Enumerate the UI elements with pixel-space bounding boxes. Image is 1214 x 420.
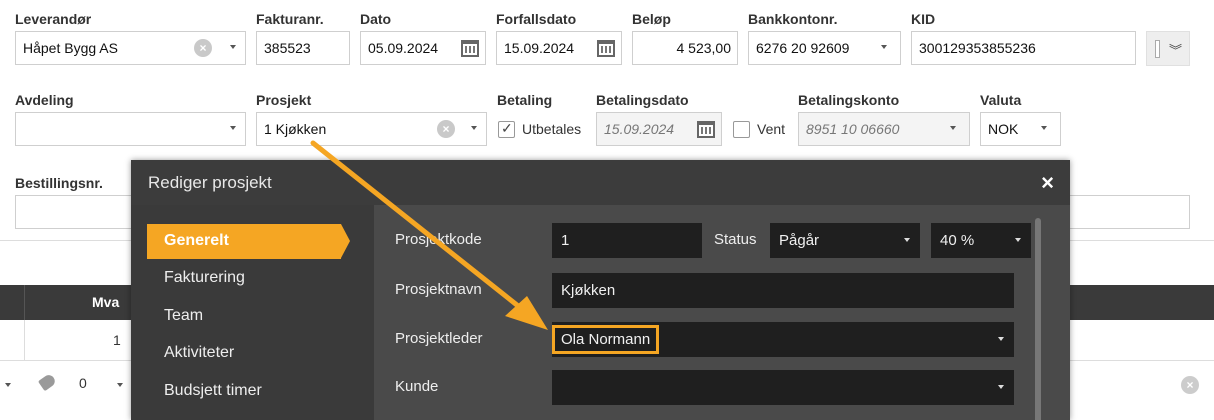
supplier-select[interactable]: Håpet Bygg AS ×	[15, 31, 246, 65]
progress-select[interactable]: 40 %	[931, 223, 1031, 258]
chevron-down-icon[interactable]	[5, 383, 11, 387]
status-select[interactable]: Pågår	[770, 223, 920, 258]
nav-item-budsjett-timer[interactable]: Budsjett timer	[164, 382, 262, 400]
payment-date-value: 15.09.2024	[604, 121, 675, 137]
date-label: Dato	[360, 11, 392, 27]
chevron-down-icon[interactable]	[1041, 126, 1047, 130]
scrollbar[interactable]	[1035, 218, 1041, 420]
date-input[interactable]: 05.09.2024	[360, 31, 486, 65]
project-value: 1 Kjøkken	[264, 121, 327, 137]
project-name-label: Prosjektnavn	[395, 281, 482, 298]
invoice-no-input[interactable]: 385523	[256, 31, 350, 65]
calendar-icon[interactable]	[697, 121, 715, 138]
column-divider	[24, 320, 25, 361]
chevron-down-icon[interactable]	[998, 337, 1004, 341]
progress-value: 40 %	[940, 232, 975, 249]
nav-item-label: Generelt	[164, 232, 229, 249]
wait-checkbox[interactable]	[733, 121, 750, 138]
chevron-down-icon[interactable]	[117, 383, 123, 387]
project-lead-value: Ola Normann	[551, 325, 660, 354]
nav-item-fakturering[interactable]: Fakturering	[164, 269, 245, 287]
column-divider	[24, 285, 25, 320]
calendar-icon[interactable]	[461, 40, 479, 57]
payment-date-input[interactable]: 15.09.2024	[596, 112, 722, 146]
chevron-down-icon[interactable]	[471, 126, 477, 130]
supplier-label: Leverandør	[15, 11, 92, 27]
payment-account-value: 8951 10 06660	[806, 121, 900, 137]
payout-checkbox[interactable]	[498, 120, 515, 138]
project-code-label: Prosjektkode	[395, 231, 482, 248]
currency-select[interactable]: NOK	[980, 112, 1061, 146]
due-date-value: 15.09.2024	[504, 40, 575, 56]
department-label: Avdeling	[15, 92, 74, 108]
bank-account-value: 6276 20 92609	[756, 40, 850, 56]
modal-title: Rediger prosjekt	[148, 173, 272, 192]
expand-button[interactable]: ︾	[1146, 31, 1190, 66]
clear-icon[interactable]: ×	[1181, 376, 1199, 394]
chevron-down-icon[interactable]	[998, 385, 1004, 389]
invoice-form-screen: Leverandør Håpet Bygg AS × Fakturanr. 38…	[0, 0, 1214, 420]
wait-label: Vent	[757, 121, 786, 137]
clear-icon[interactable]: ×	[194, 39, 212, 57]
kid-input[interactable]: 300129353855236	[911, 31, 1136, 65]
chevron-down-icon[interactable]	[904, 238, 910, 242]
amount-label: Beløp	[632, 11, 671, 27]
kid-label: KID	[911, 11, 936, 27]
project-lead-select[interactable]: Ola Normann	[551, 322, 1014, 357]
due-date-input[interactable]: 15.09.2024	[496, 31, 622, 65]
order-no-label: Bestillingsnr.	[15, 175, 103, 191]
chevron-down-icon[interactable]	[230, 45, 236, 49]
payment-account-label: Betalingskonto	[798, 92, 900, 108]
payment-label: Betaling	[497, 92, 553, 108]
status-label: Status	[714, 231, 757, 248]
invoice-no-label: Fakturanr.	[256, 11, 324, 27]
project-label: Prosjekt	[256, 92, 312, 108]
bank-account-label: Bankkontonr.	[748, 11, 838, 27]
currency-value: NOK	[988, 121, 1019, 137]
modal-sidebar: Generelt Fakturering Team Aktiviteter Bu…	[131, 205, 374, 420]
project-select[interactable]: 1 Kjøkken ×	[256, 112, 487, 146]
modal-content: Prosjektkode 1 Status Pågår 40 % Prosjek…	[374, 205, 1070, 420]
edit-project-modal: Rediger prosjekt × Generelt Fakturering …	[131, 160, 1070, 420]
panel-icon	[1155, 40, 1160, 58]
tag-icon[interactable]	[37, 372, 58, 392]
date-value: 05.09.2024	[368, 40, 439, 56]
department-select[interactable]	[15, 112, 246, 146]
amount-input[interactable]: 4 523,00	[632, 31, 738, 65]
close-icon[interactable]: ×	[1041, 170, 1054, 196]
chevron-down-icon[interactable]	[230, 126, 236, 130]
nav-item-generelt[interactable]: Generelt	[147, 224, 350, 259]
double-chevron-down-icon: ︾	[1169, 43, 1183, 58]
payment-date-label: Betalingsdato	[596, 92, 689, 108]
nav-item-team[interactable]: Team	[164, 307, 203, 325]
project-lead-label: Prosjektleder	[395, 330, 483, 347]
chevron-down-icon[interactable]	[1015, 238, 1021, 242]
bank-account-select[interactable]: 6276 20 92609	[748, 31, 901, 65]
chevron-down-icon[interactable]	[950, 126, 956, 130]
currency-label: Valuta	[980, 92, 1022, 108]
calendar-icon[interactable]	[597, 40, 615, 57]
column-header-mva: Mva	[92, 294, 120, 310]
project-code-input[interactable]: 1	[552, 223, 702, 258]
project-name-input[interactable]: Kjøkken	[552, 273, 1014, 308]
nav-item-aktiviteter[interactable]: Aktiviteter	[164, 344, 234, 362]
due-date-label: Forfallsdato	[496, 11, 577, 27]
payment-account-select[interactable]: 8951 10 06660	[798, 112, 970, 146]
supplier-value: Håpet Bygg AS	[23, 40, 118, 56]
customer-select[interactable]	[552, 370, 1014, 405]
mva-value: 1	[113, 332, 121, 348]
status-value: Pågår	[779, 232, 820, 249]
payout-label: Utbetales	[522, 121, 582, 137]
row-value: 0	[79, 375, 87, 391]
customer-label: Kunde	[395, 378, 439, 395]
modal-header: Rediger prosjekt ×	[131, 160, 1070, 205]
clear-icon[interactable]: ×	[437, 120, 455, 138]
chevron-down-icon[interactable]	[881, 45, 887, 49]
